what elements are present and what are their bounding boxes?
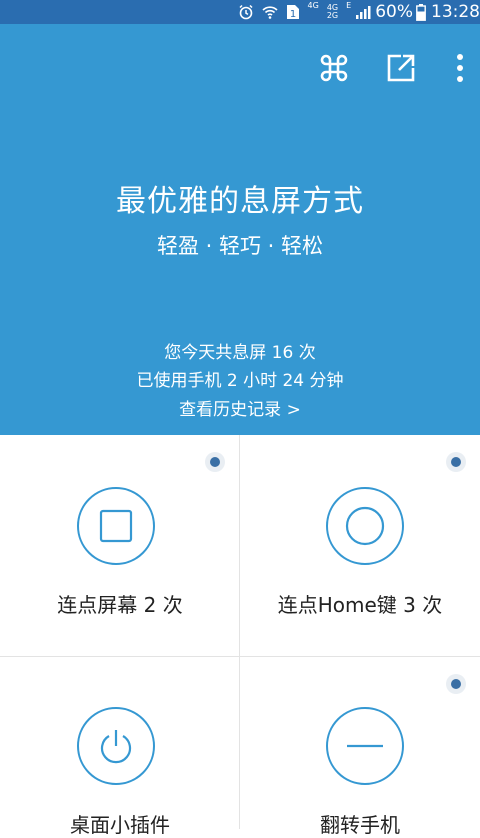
network-e-label: E bbox=[346, 1, 352, 10]
battery-percent: 60% bbox=[375, 2, 413, 22]
wifi-icon bbox=[261, 4, 278, 20]
usage-time: 已使用手机 2 小时 24 分钟 bbox=[136, 371, 344, 391]
share-external-icon[interactable] bbox=[381, 48, 421, 88]
network-4g-label: 4G bbox=[307, 1, 319, 10]
trigger-options-grid: 连点屏幕 2 次 连点Home键 3 次 桌面小插件 翻转手机 bbox=[0, 435, 480, 837]
option-triple-home[interactable]: 连点Home键 3 次 bbox=[240, 435, 480, 657]
option-label: 连点屏幕 2 次 bbox=[57, 593, 183, 617]
option-flip-phone[interactable]: 翻转手机 bbox=[240, 657, 480, 837]
option-selected-radio[interactable] bbox=[446, 452, 466, 472]
hero-header: 最优雅的息屏方式 轻盈 · 轻巧 · 轻松 您今天共息屏 16 次 已使用手机 … bbox=[0, 24, 480, 435]
option-selected-radio[interactable] bbox=[446, 674, 466, 694]
command-icon[interactable] bbox=[314, 48, 354, 88]
option-selected-radio[interactable] bbox=[205, 452, 225, 472]
ring-icon bbox=[326, 487, 404, 565]
page-title: 最优雅的息屏方式 bbox=[116, 184, 364, 219]
dash-icon bbox=[326, 707, 404, 785]
option-label: 翻转手机 bbox=[320, 813, 400, 837]
status-bar: 1 4G 4G 2G E 60% 13:28 bbox=[0, 0, 480, 24]
power-icon bbox=[77, 707, 155, 785]
alarm-icon bbox=[238, 4, 254, 20]
option-widget[interactable]: 桌面小插件 bbox=[0, 657, 240, 837]
network-bottom-label: 2G bbox=[326, 11, 339, 20]
history-link[interactable]: 查看历史记录 > bbox=[0, 395, 480, 420]
page-subtitle: 轻盈 · 轻巧 · 轻松 bbox=[156, 234, 324, 258]
option-label: 桌面小插件 bbox=[70, 813, 170, 837]
option-label: 连点Home键 3 次 bbox=[277, 593, 443, 617]
more-vertical-icon[interactable] bbox=[440, 48, 480, 88]
clock: 13:28 bbox=[431, 2, 480, 22]
option-double-tap-screen[interactable]: 连点屏幕 2 次 bbox=[0, 435, 240, 657]
square-icon bbox=[77, 487, 155, 565]
svg-text:1: 1 bbox=[289, 9, 295, 20]
screen-off-count: 您今天共息屏 16 次 bbox=[164, 343, 316, 363]
sim-icon: 1 bbox=[286, 4, 300, 20]
network-dual-label: 4G 2G bbox=[327, 4, 338, 20]
signal-icon bbox=[355, 5, 371, 19]
battery-icon bbox=[416, 3, 426, 21]
